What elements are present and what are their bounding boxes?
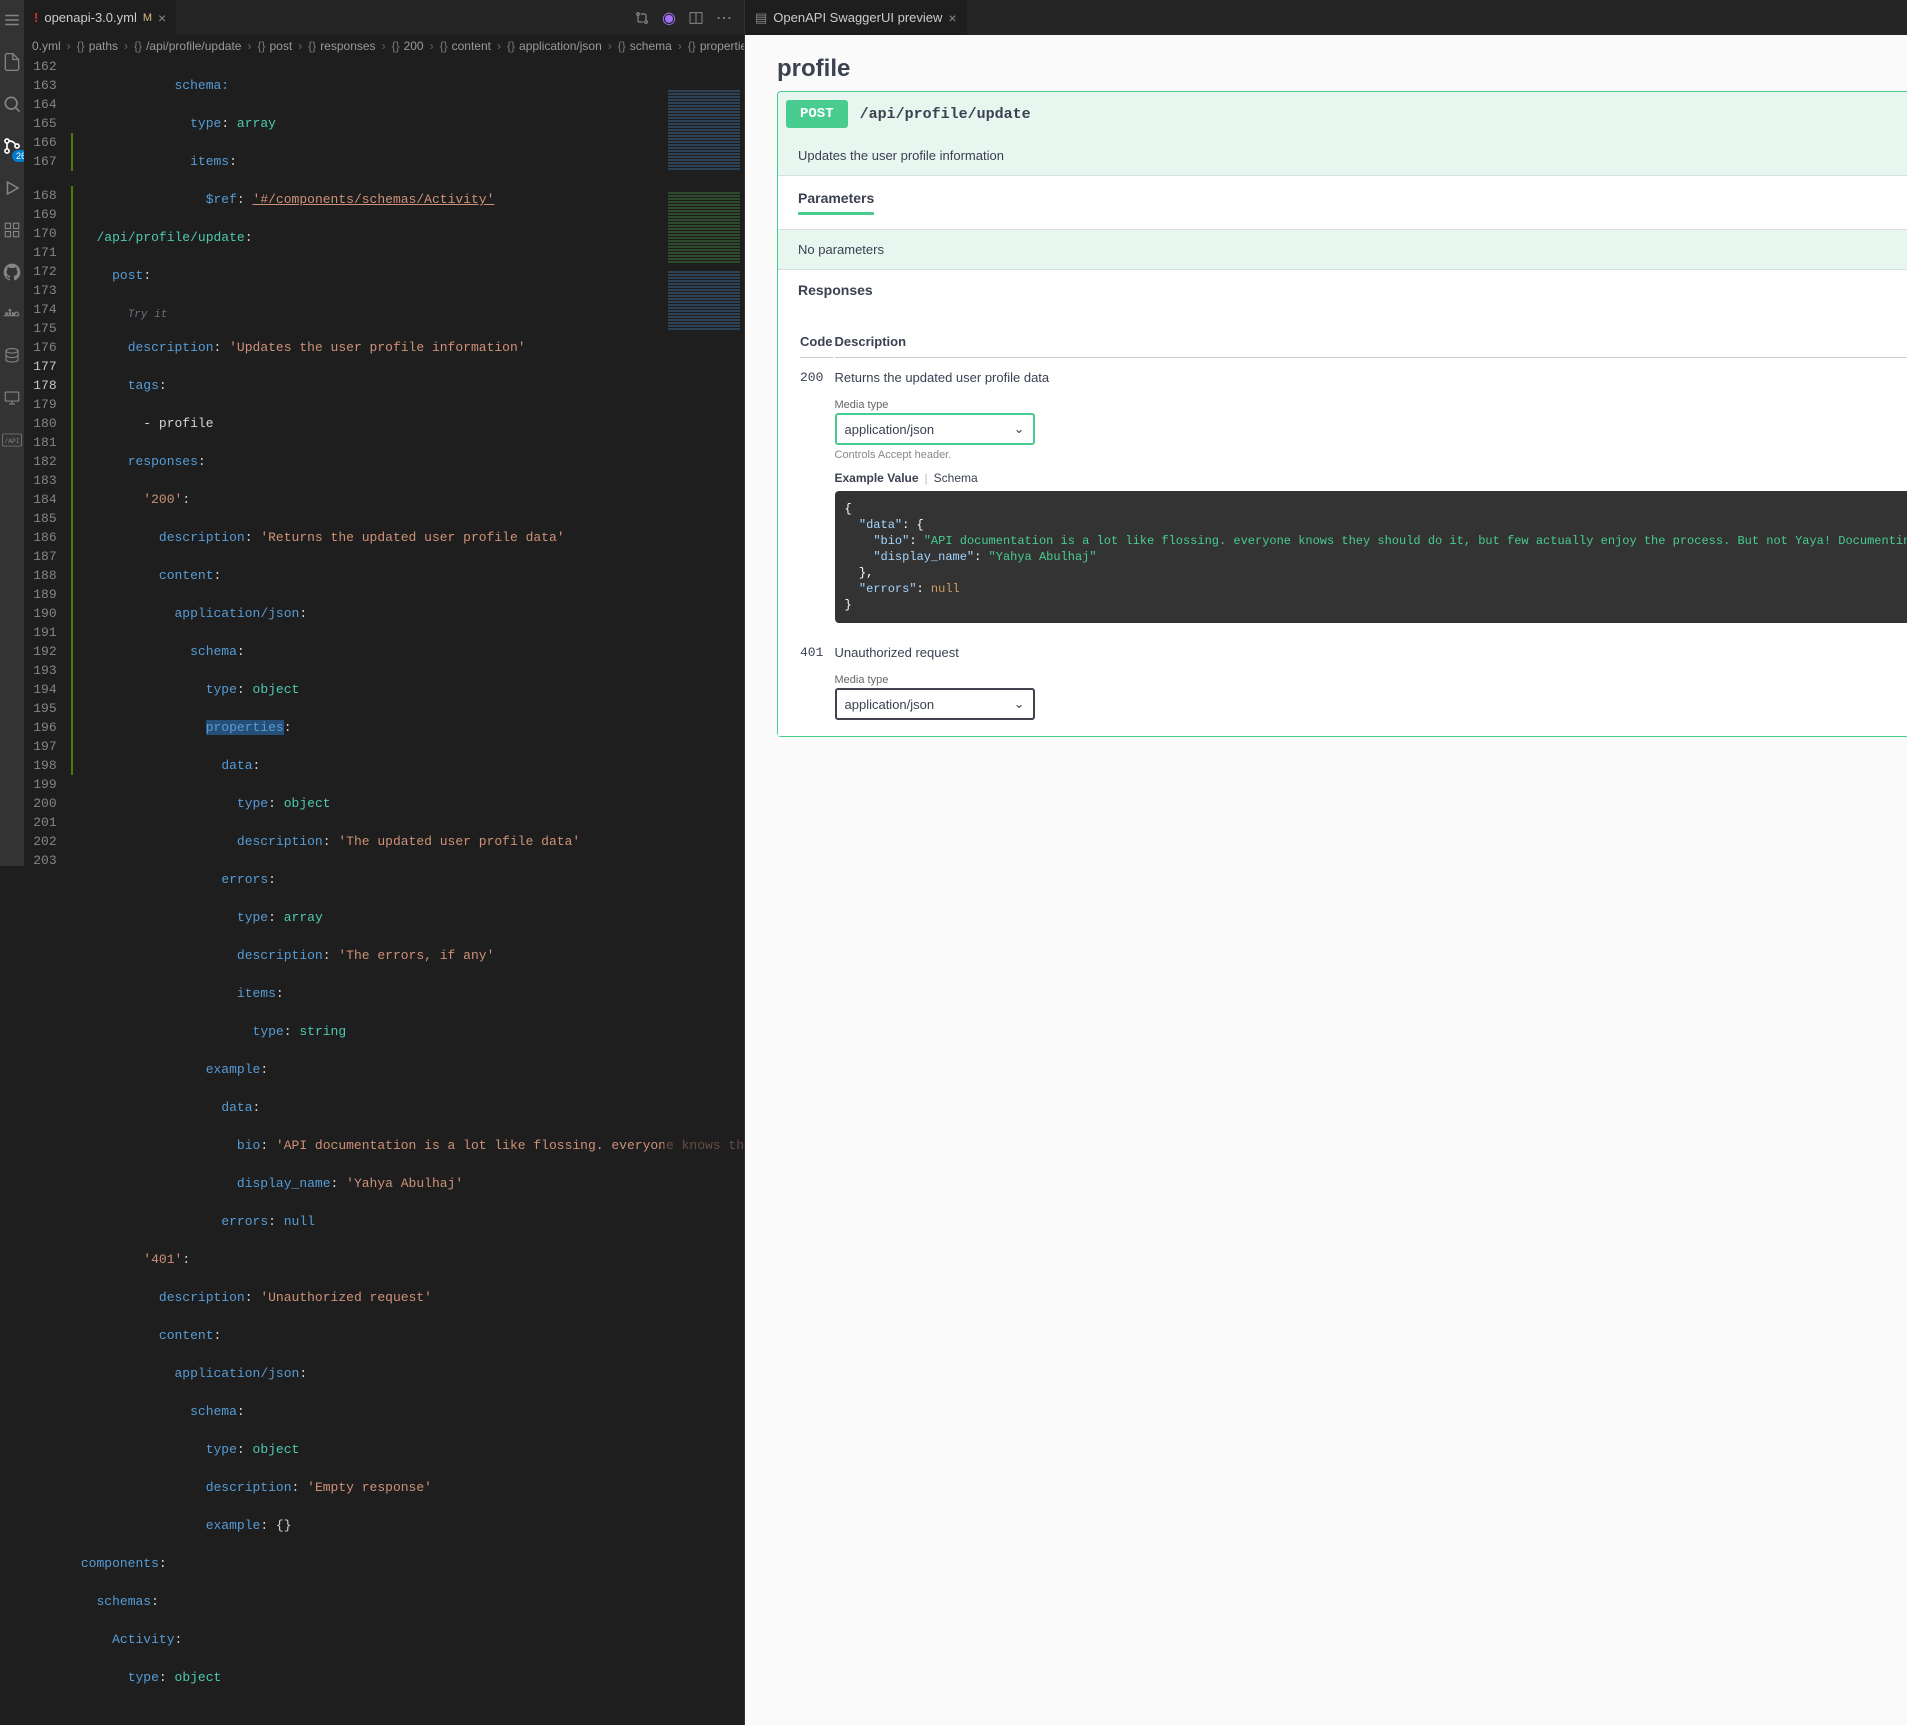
minimap[interactable] [664, 83, 744, 1725]
example-json-box: { "data": { "bio": "API documentation is… [835, 491, 1907, 623]
split-editor-icon[interactable] [688, 10, 704, 26]
breadcrumbs[interactable]: 0.yml› {}paths› {}/api/profile/update› {… [24, 35, 744, 57]
code-editor[interactable]: 1621631641651661671681691701711721731741… [24, 57, 744, 1725]
preview-tab-title: OpenAPI SwaggerUI preview [773, 10, 942, 25]
media-type-label: Media type [835, 399, 1907, 411]
example-value-tab[interactable]: Example Value [835, 471, 919, 485]
remote-icon[interactable] [0, 386, 24, 410]
line-gutter: 1621631641651661671681691701711721731741… [24, 57, 71, 1725]
media-type-select-401[interactable]: application/json ⌄ [835, 688, 1035, 720]
media-type-label-401: Media type [835, 674, 1907, 686]
response-row-401: 401 Unauthorized request Media type appl… [800, 635, 1907, 730]
github-icon[interactable] [0, 260, 24, 284]
preview-tab[interactable]: ▤ OpenAPI SwaggerUI preview × [745, 0, 967, 35]
responses-heading: Responses [798, 282, 873, 298]
preview-pane: ▤ OpenAPI SwaggerUI preview × ⋯ profile … [744, 0, 1907, 1725]
svg-text:/API: /API [4, 438, 20, 445]
operation-description: Updates the user profile information [778, 136, 1907, 175]
git-compare-icon[interactable] [634, 10, 650, 26]
yaml-file-icon: ! [34, 10, 38, 25]
preview-tab-close-icon[interactable]: × [948, 10, 956, 26]
response-200-desc: Returns the updated user profile data [835, 370, 1907, 385]
api-icon[interactable]: /API [0, 428, 24, 452]
http-method-badge: POST [786, 100, 848, 128]
chevron-down-icon: ⌄ [1014, 421, 1025, 437]
operation-block: POST /api/profile/update Updates the use… [777, 91, 1907, 737]
menu-icon[interactable] [0, 8, 24, 32]
activity-bar: 26 /API [0, 0, 24, 866]
media-type-select-200[interactable]: application/json ⌄ [835, 413, 1035, 445]
operation-summary[interactable]: POST /api/profile/update [778, 92, 1907, 136]
controls-accept-note: Controls Accept header. [835, 449, 1907, 461]
swagger-preview[interactable]: profile POST /api/profile/update Updates… [745, 35, 1907, 1725]
response-row-200: 200 Returns the updated user profile dat… [800, 360, 1907, 633]
col-code: Code [800, 326, 833, 358]
source-control-icon[interactable]: 26 [0, 134, 24, 158]
tag-title: profile [777, 55, 850, 83]
more-actions-icon[interactable]: ⋯ [716, 8, 732, 28]
tab-filename: openapi-3.0.yml [44, 10, 137, 25]
col-desc: Description [835, 326, 1907, 358]
no-parameters-text: No parameters [778, 230, 1907, 269]
tab-modified-indicator: M [143, 12, 152, 24]
database-icon[interactable] [0, 344, 24, 368]
editor-pane: ! openapi-3.0.yml M × ◉ ⋯ 0.yml› [24, 0, 744, 1725]
chevron-down-icon: ⌄ [1014, 696, 1025, 712]
response-401-desc: Unauthorized request [835, 645, 1907, 660]
docker-icon[interactable] [0, 302, 24, 326]
run-icon[interactable] [0, 176, 24, 200]
responses-table: Code Description Links 200 Returns the u… [798, 324, 1907, 732]
code-content[interactable]: schema: type: array items: $ref: '#/comp… [73, 57, 744, 1725]
extensions-icon[interactable] [0, 218, 24, 242]
editor-tab-openapi[interactable]: ! openapi-3.0.yml M × [24, 0, 176, 35]
tab-close-icon[interactable]: × [158, 10, 166, 26]
operation-path: /api/profile/update [860, 106, 1031, 123]
copilot-icon[interactable]: ◉ [662, 8, 676, 28]
parameters-heading: Parameters [798, 190, 874, 215]
search-icon[interactable] [0, 92, 24, 116]
preview-icon: ▤ [755, 10, 767, 26]
schema-tab[interactable]: Schema [934, 471, 978, 485]
explorer-icon[interactable] [0, 50, 24, 74]
